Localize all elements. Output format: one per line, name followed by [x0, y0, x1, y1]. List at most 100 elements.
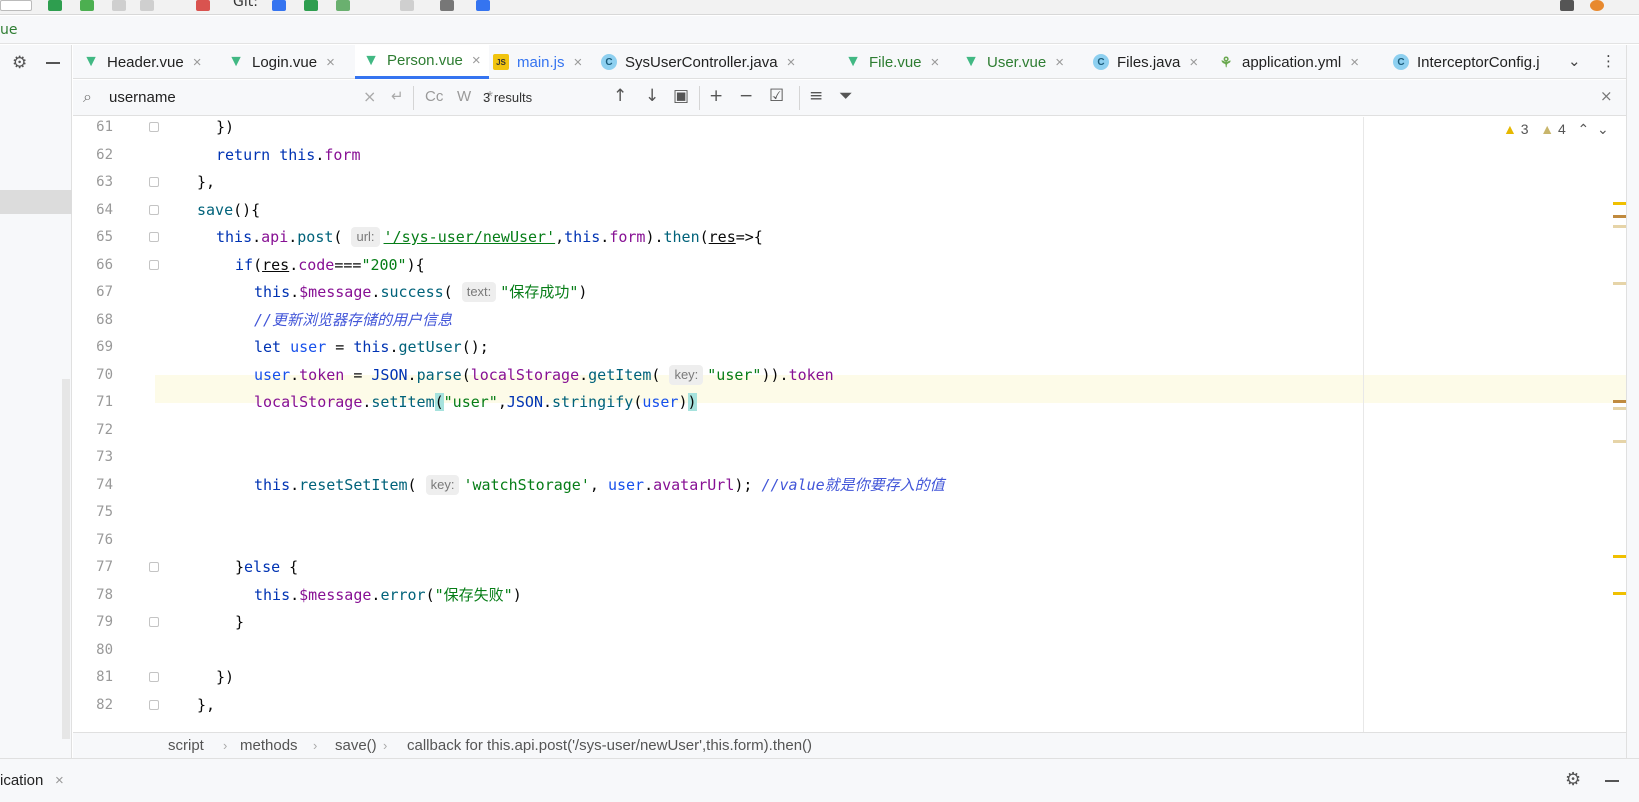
- fold-toggle-icon[interactable]: [149, 122, 159, 132]
- minimize-icon[interactable]: [46, 62, 60, 64]
- project-scrollbar[interactable]: [62, 379, 70, 739]
- inspection-widget[interactable]: ▲ 3 ▲ 4 ⌃ ⌄: [1503, 121, 1609, 138]
- close-icon[interactable]: ×: [1600, 87, 1613, 105]
- chevron-up-icon[interactable]: ⌃: [1577, 121, 1589, 137]
- fold-toggle-icon[interactable]: [149, 562, 159, 572]
- forward-icon[interactable]: [140, 0, 154, 11]
- whole-words-toggle[interactable]: W: [457, 88, 471, 105]
- remove-occurrence-icon[interactable]: −: [739, 86, 753, 106]
- line-number: 71: [96, 394, 113, 410]
- line-number: 70: [96, 366, 113, 383]
- close-icon[interactable]: ×: [1189, 54, 1198, 71]
- crumb-script[interactable]: script: [168, 737, 204, 754]
- warning-marker[interactable]: [1613, 215, 1626, 218]
- back-icon[interactable]: [112, 0, 126, 11]
- crumb-save[interactable]: save(): [335, 737, 377, 754]
- history-icon[interactable]: [400, 0, 414, 11]
- fold-toggle-icon[interactable]: [149, 177, 159, 187]
- close-icon[interactable]: ×: [326, 54, 335, 71]
- select-all-occurrences-icon[interactable]: ☑: [769, 86, 784, 106]
- param-hint: key:: [669, 364, 704, 385]
- add-occurrence-icon[interactable]: +: [709, 86, 723, 106]
- search-input[interactable]: [109, 86, 359, 108]
- gear-icon[interactable]: ⚙: [12, 53, 27, 73]
- fold-toggle-icon[interactable]: [149, 699, 159, 710]
- close-icon[interactable]: ×: [574, 54, 583, 71]
- git-label: Git:: [233, 0, 258, 10]
- fold-toggle-icon[interactable]: [149, 259, 159, 270]
- tab-application-yml[interactable]: ⚘ application.yml ×: [1218, 45, 1359, 79]
- crumb-methods[interactable]: methods: [240, 737, 298, 754]
- structure-breadcrumbs: script › methods › save() › callback for…: [73, 732, 1626, 758]
- tab-header-vue[interactable]: ▼ Header.vue ×: [83, 45, 202, 79]
- warning-marker[interactable]: [1613, 202, 1626, 205]
- close-icon[interactable]: ×: [193, 54, 202, 71]
- match-case-toggle[interactable]: Cc: [425, 88, 443, 105]
- clear-search-icon[interactable]: ×: [363, 87, 376, 106]
- close-icon[interactable]: ×: [472, 52, 481, 69]
- git-commit-icon[interactable]: [304, 0, 318, 11]
- tab-interceptorconfig-java[interactable]: C InterceptorConfig.j: [1393, 45, 1540, 79]
- tab-file-vue[interactable]: ▼ File.vue ×: [845, 45, 939, 79]
- nav-crumb[interactable]: ue: [0, 22, 18, 38]
- warning-marker[interactable]: [1613, 555, 1626, 558]
- code-line-61: }): [216, 118, 235, 136]
- search-icon[interactable]: ⌕: [83, 87, 92, 107]
- tab-login-vue[interactable]: ▼ Login.vue ×: [228, 45, 335, 79]
- show-in-find-window-icon[interactable]: ▣: [673, 86, 689, 106]
- close-icon[interactable]: ×: [931, 54, 940, 71]
- close-icon[interactable]: ×: [1350, 54, 1359, 71]
- tab-person-vue[interactable]: ▼ Person.vue ×: [355, 45, 489, 79]
- weak-warning-marker[interactable]: [1613, 440, 1626, 443]
- code-editor[interactable]: 61 62 63 64 65 66 67 68 69 70 71 72 73 74 75 76 77 78 79 80…: [73, 117, 1626, 732]
- new-line-icon[interactable]: ↵: [391, 87, 404, 105]
- fold-toggle-icon[interactable]: [149, 672, 159, 682]
- git-update-icon[interactable]: [272, 0, 286, 11]
- chevron-down-icon[interactable]: ⌄: [1597, 121, 1609, 137]
- close-icon[interactable]: ×: [787, 54, 796, 71]
- run-tab-label[interactable]: ication: [0, 772, 43, 789]
- chevron-down-icon[interactable]: ⌄: [1568, 52, 1581, 70]
- tab-label: main.js: [517, 53, 565, 71]
- weak-warning-marker[interactable]: [1613, 407, 1626, 410]
- project-panel: ⚙: [0, 45, 72, 758]
- warning-count: 3: [1520, 121, 1529, 137]
- selected-tree-row[interactable]: [0, 190, 72, 214]
- close-icon[interactable]: ×: [1055, 54, 1064, 71]
- warning-marker[interactable]: [1613, 592, 1626, 595]
- minimize-icon[interactable]: [1605, 780, 1619, 782]
- weak-warning-marker[interactable]: [1613, 282, 1626, 285]
- crumb-callback[interactable]: callback for this.api.post('/sys-user/ne…: [407, 737, 812, 754]
- fold-toggle-icon[interactable]: [149, 204, 159, 215]
- close-icon[interactable]: ×: [55, 772, 64, 789]
- config-select-icon[interactable]: [0, 0, 32, 11]
- weak-warning-marker[interactable]: [1613, 225, 1626, 228]
- notification-badge-icon[interactable]: [1590, 0, 1604, 11]
- git-push-icon[interactable]: [336, 0, 350, 11]
- filter-options-icon[interactable]: ≡: [809, 86, 823, 106]
- vue-icon: ▼: [228, 53, 244, 70]
- vue-icon: ▼: [363, 51, 379, 69]
- translate-icon[interactable]: [476, 0, 490, 11]
- gear-icon[interactable]: ⚙: [1565, 769, 1581, 790]
- fold-toggle-icon[interactable]: [149, 617, 159, 627]
- rollback-icon[interactable]: [440, 0, 454, 11]
- filter-icon[interactable]: ⏷: [839, 86, 853, 106]
- debug-icon[interactable]: [80, 0, 94, 11]
- code-line-81: }): [216, 668, 235, 686]
- tab-sysusercontroller-java[interactable]: C SysUserController.java ×: [601, 45, 795, 79]
- search-everywhere-icon[interactable]: [1560, 0, 1574, 11]
- tab-main-js[interactable]: JS main.js ×: [493, 45, 582, 79]
- code-line-71: localStorage.setItem("user",JSON.stringi…: [254, 393, 697, 411]
- tab-files-java[interactable]: C Files.java ×: [1093, 45, 1198, 79]
- previous-occurrence-icon[interactable]: ↑: [613, 86, 627, 106]
- next-occurrence-icon[interactable]: ↓: [645, 86, 659, 106]
- tab-user-vue[interactable]: ▼ User.vue ×: [963, 45, 1064, 79]
- string-literal: 'watchStorage': [463, 475, 590, 494]
- more-vertical-icon[interactable]: ⋮: [1601, 52, 1616, 70]
- search-result-marker[interactable]: [1613, 400, 1626, 403]
- fold-toggle-icon[interactable]: [149, 232, 159, 242]
- stop-icon[interactable]: [196, 0, 210, 11]
- line-number: 62: [96, 146, 113, 163]
- refresh-icon[interactable]: [48, 0, 62, 11]
